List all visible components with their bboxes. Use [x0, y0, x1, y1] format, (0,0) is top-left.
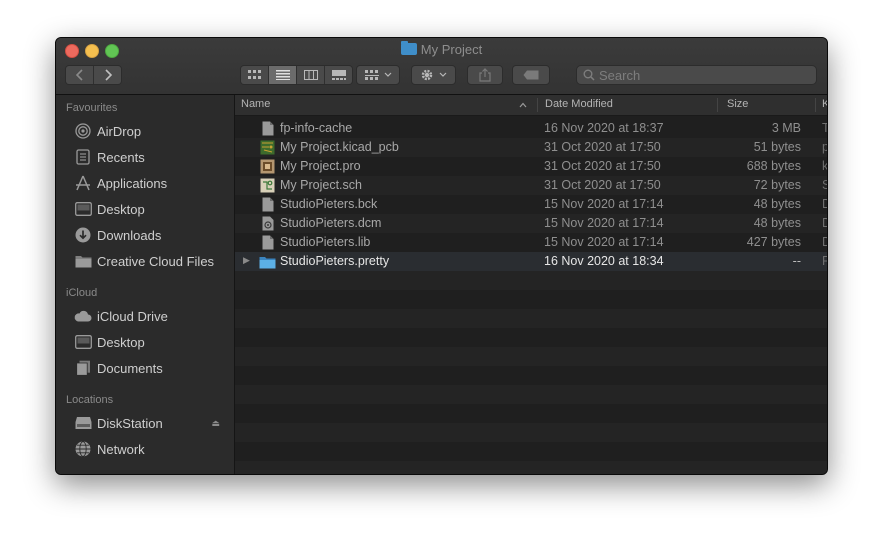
search-icon [583, 69, 595, 81]
sidebar-section-favourites: Favourites [66, 102, 118, 114]
file-row[interactable]: My Project.kicad_pcb 31 Oct 2020 at 17:5… [235, 138, 827, 157]
applications-icon [74, 175, 92, 191]
grid-icon [247, 70, 261, 79]
file-row[interactable]: StudioPieters.dcm 15 Nov 2020 at 17:14 4… [235, 214, 827, 233]
network-icon [74, 441, 92, 457]
cloud-icon [74, 308, 92, 324]
desktop-icon [74, 334, 92, 350]
window-title: My Project [56, 41, 827, 57]
group-button[interactable] [356, 65, 400, 85]
forward-button[interactable] [94, 66, 121, 84]
chevron-left-icon [75, 69, 83, 81]
file-row-selected[interactable]: ▶ StudioPieters.pretty 16 Nov 2020 at 18… [235, 252, 827, 271]
dcm-document-icon [262, 216, 274, 231]
kicad-project-icon [260, 159, 275, 174]
icon-view-button[interactable] [241, 66, 269, 84]
share-button[interactable] [467, 65, 503, 85]
column-name-header[interactable]: Name [241, 98, 270, 110]
back-forward-control [65, 65, 122, 85]
file-row[interactable]: My Project.pro 31 Oct 2020 at 17:50 688 … [235, 157, 827, 176]
folder-icon [400, 41, 417, 55]
document-icon [262, 197, 274, 212]
sort-ascending-icon [519, 102, 527, 108]
column-size-header[interactable]: Size [727, 98, 748, 110]
sidebar-item-recents[interactable]: Recents [56, 146, 234, 168]
file-row[interactable]: StudioPieters.bck 15 Nov 2020 at 17:14 4… [235, 195, 827, 214]
columns-icon [303, 70, 318, 80]
disclosure-triangle-icon[interactable]: ▶ [243, 255, 250, 266]
file-row[interactable]: fp-info-cache 16 Nov 2020 at 18:37 3 MB … [235, 119, 827, 138]
sidebar-item-diskstation[interactable]: DiskStation ⏏ [56, 412, 234, 434]
group-icon [364, 70, 379, 80]
share-icon [479, 68, 491, 82]
recents-icon [74, 149, 92, 165]
downloads-icon [74, 227, 92, 243]
column-header: Name Date Modified Size K [235, 95, 827, 116]
view-mode-control [240, 65, 353, 85]
nas-icon [74, 415, 92, 431]
sidebar-item-downloads[interactable]: Downloads [56, 224, 234, 246]
sidebar-item-applications[interactable]: Applications [56, 172, 234, 194]
sidebar-item-documents[interactable]: Documents [56, 357, 234, 379]
file-list: Name Date Modified Size K fp-info-cache … [235, 95, 827, 474]
gear-icon [421, 69, 433, 81]
tags-button[interactable] [512, 65, 550, 85]
gallery-view-button[interactable] [325, 66, 352, 84]
sidebar-section-locations: Locations [66, 394, 114, 406]
document-icon [262, 235, 274, 250]
gallery-icon [331, 70, 346, 80]
sidebar-item-desktop[interactable]: Desktop [56, 198, 234, 220]
folder-icon [74, 253, 92, 269]
title-bar: My Project Search [56, 38, 827, 95]
tag-icon [523, 70, 539, 80]
sidebar-item-network[interactable]: Network [56, 438, 234, 460]
kicad-schematic-icon [260, 178, 275, 193]
finder-window: My Project Search Favourites AirDrop Rec… [55, 37, 828, 475]
search-placeholder: Search [599, 68, 641, 83]
chevron-right-icon [104, 69, 112, 81]
list-icon [275, 70, 290, 80]
sidebar-item-airdrop[interactable]: AirDrop [56, 120, 234, 142]
sidebar-item-creative-cloud-files[interactable]: Creative Cloud Files [56, 250, 234, 272]
eject-icon[interactable]: ⏏ [211, 418, 220, 429]
column-kind-header[interactable]: K [822, 98, 827, 110]
file-row[interactable]: StudioPieters.lib 15 Nov 2020 at 17:14 4… [235, 233, 827, 252]
chevron-down-icon [439, 72, 447, 77]
sidebar-item-icloud-desktop[interactable]: Desktop [56, 331, 234, 353]
column-date-header[interactable]: Date Modified [545, 98, 613, 110]
list-view-button[interactable] [269, 66, 297, 84]
sidebar-item-icloud-drive[interactable]: iCloud Drive [56, 305, 234, 327]
sidebar-section-icloud: iCloud [66, 287, 98, 299]
column-view-button[interactable] [297, 66, 325, 84]
sidebar: Favourites AirDrop Recents Applications … [56, 95, 235, 474]
documents-icon [74, 360, 92, 376]
airdrop-icon [74, 123, 92, 139]
back-button[interactable] [66, 66, 94, 84]
chevron-down-icon [384, 72, 391, 77]
file-row[interactable]: My Project.sch 31 Oct 2020 at 17:50 72 b… [235, 176, 827, 195]
search-field[interactable]: Search [576, 65, 817, 85]
desktop-icon [74, 201, 92, 217]
action-button[interactable] [411, 65, 456, 85]
kicad-pcb-icon [260, 140, 275, 155]
folder-icon [259, 257, 276, 269]
document-icon [262, 121, 274, 136]
